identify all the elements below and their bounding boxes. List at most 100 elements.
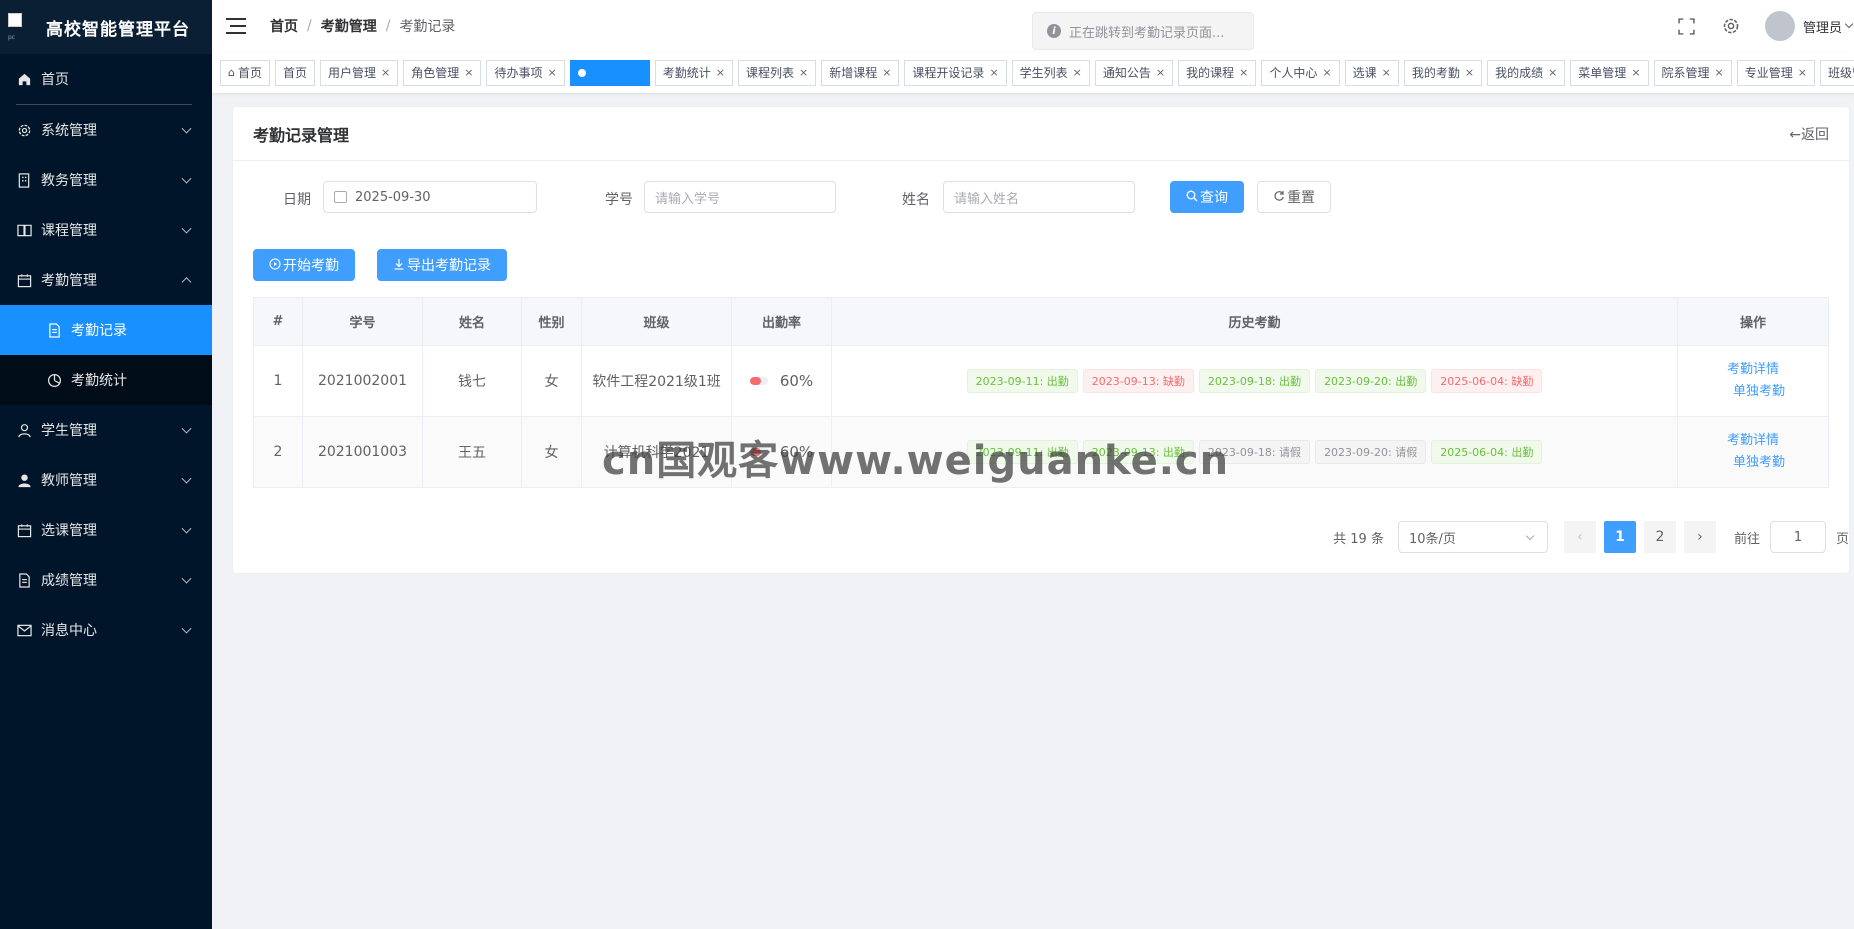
logo-area[interactable]: pc 高校智能管理平台: [0, 0, 212, 54]
close-icon[interactable]: ×: [716, 66, 725, 79]
name-input[interactable]: 请输入姓名: [943, 181, 1135, 213]
chevron-down-icon: [181, 223, 192, 234]
close-icon[interactable]: ×: [799, 66, 808, 79]
single-attendance-link[interactable]: 单独考勤: [1678, 452, 1828, 474]
prev-page-button[interactable]: ‹: [1563, 521, 1596, 553]
goto-page-input[interactable]: 1: [1769, 521, 1826, 553]
fullscreen-icon[interactable]: [1677, 16, 1697, 36]
close-icon[interactable]: ×: [1631, 66, 1640, 79]
document-icon: [46, 322, 62, 338]
close-icon[interactable]: ×: [1798, 66, 1807, 79]
date-label: 日期: [283, 192, 311, 208]
book-icon: [16, 222, 32, 238]
tag-active[interactable]: [569, 59, 650, 86]
tag-item[interactable]: 首页: [275, 59, 316, 86]
tag-item[interactable]: 菜单管理 ×: [1570, 59, 1649, 86]
export-button[interactable]: 导出考勤记录: [377, 249, 507, 281]
cell-gender: 女: [521, 345, 582, 417]
user-icon: [16, 422, 32, 438]
date-picker[interactable]: 2025-09-30: [323, 181, 537, 213]
tag-item[interactable]: 待办事项 ×: [486, 59, 565, 86]
tag-item[interactable]: 班级管理×: [1820, 59, 1854, 86]
back-link[interactable]: ←返回: [1789, 124, 1829, 144]
table-row: 1 2021002001 钱七 女 软件工程2021级1班 60% 2023-0…: [253, 345, 1829, 417]
watermark-text: cn国观客www.weiguanke.cn: [602, 438, 1230, 484]
gear-icon[interactable]: [1721, 16, 1741, 36]
refresh-icon: [1273, 190, 1285, 205]
tag-item[interactable]: 我的成绩 ×: [1487, 59, 1566, 86]
tag-item[interactable]: 课程列表 ×: [737, 59, 817, 86]
cell-index: 1: [253, 345, 303, 417]
sidebar-item-home[interactable]: 首页: [0, 54, 212, 104]
info-icon: i: [1047, 24, 1061, 38]
page-jumper: 前往 1 页: [1734, 521, 1849, 553]
tag-item[interactable]: 个人中心 ×: [1261, 59, 1340, 86]
tag-item[interactable]: 课程开设记录 ×: [904, 59, 1007, 86]
tag-item[interactable]: 考勤统计 ×: [654, 59, 733, 86]
tag-item[interactable]: 专业管理 ×: [1736, 59, 1815, 86]
close-icon[interactable]: ×: [1073, 66, 1082, 79]
tag-item[interactable]: 选课 ×: [1344, 59, 1399, 86]
history-tag: 2023-09-20: 请假: [1315, 440, 1427, 464]
reset-button[interactable]: 重置: [1257, 181, 1331, 213]
single-attendance-link[interactable]: 单独考勤: [1678, 381, 1828, 403]
breadcrumb-attendance[interactable]: 考勤管理: [321, 16, 377, 36]
history-tag: 2025-06-04: 缺勤: [1431, 369, 1543, 393]
sidebar-item-course-selection[interactable]: 选课管理: [0, 505, 212, 555]
tag-item[interactable]: 用户管理 ×: [320, 59, 399, 86]
close-icon[interactable]: ×: [1465, 66, 1474, 79]
tag-item[interactable]: 我的课程 ×: [1178, 59, 1257, 86]
history-tag: 2023-09-18: 出勤: [1198, 369, 1311, 393]
sidebar-subitem-attendance-stats[interactable]: 考勤统计: [0, 355, 212, 405]
tag-item[interactable]: 我的考勤 ×: [1403, 59, 1483, 86]
start-attendance-button[interactable]: 开始考勤: [253, 249, 355, 281]
sidebar-item-teachers[interactable]: 教师管理: [0, 455, 212, 505]
tags-view: ⌂ 首页 首页 用户管理 × 角色管理 × 待办事项 × 考勤统计 × 课程列表 × 新增课…: [212, 52, 1854, 94]
sidebar-item-system[interactable]: 系统管理: [0, 105, 212, 155]
chevron-down-icon[interactable]: [1844, 19, 1854, 29]
user-name[interactable]: 管理员: [1803, 17, 1842, 36]
avatar[interactable]: [1764, 11, 1795, 41]
close-icon[interactable]: ×: [381, 66, 390, 79]
tag-item[interactable]: 院系管理 ×: [1653, 59, 1732, 86]
sidebar-item-attendance[interactable]: 考勤管理: [0, 255, 212, 305]
attendance-card: 考勤记录管理 ←返回 日期 2025-09-30 学号 请输入学号 姓名 请输入…: [232, 106, 1850, 574]
search-button[interactable]: 查询: [1170, 181, 1244, 213]
sidebar-item-label: 选课管理: [41, 523, 97, 539]
tag-item[interactable]: 新增课程 ×: [821, 59, 900, 86]
breadcrumb-home[interactable]: 首页: [270, 16, 298, 36]
chevron-down-icon: [1525, 531, 1535, 541]
close-icon[interactable]: ×: [1156, 66, 1165, 79]
sidebar-item-course[interactable]: 课程管理: [0, 205, 212, 255]
card-header: 考勤记录管理 ←返回: [233, 107, 1849, 161]
close-icon[interactable]: ×: [989, 66, 998, 79]
sidebar-subitem-attendance-records[interactable]: 考勤记录: [0, 305, 212, 355]
close-icon[interactable]: ×: [1382, 66, 1391, 79]
attendance-detail-link[interactable]: 考勤详情: [1678, 359, 1828, 381]
sidebar-item-label: 考勤管理: [41, 273, 97, 289]
close-icon[interactable]: ×: [548, 66, 557, 79]
sidebar-item-students[interactable]: 学生管理: [0, 405, 212, 455]
attendance-detail-link[interactable]: 考勤详情: [1678, 430, 1828, 452]
close-icon[interactable]: ×: [882, 66, 891, 79]
close-icon[interactable]: ×: [1239, 66, 1248, 79]
sidebar-item-messages[interactable]: 消息中心: [0, 605, 212, 655]
tag-item[interactable]: 学生列表 ×: [1011, 59, 1090, 86]
next-page-button[interactable]: ›: [1683, 521, 1716, 553]
page-2-button[interactable]: 2: [1643, 521, 1676, 553]
page-1-button[interactable]: 1: [1603, 521, 1636, 553]
sidebar-item-label: 首页: [41, 72, 69, 88]
menu-toggle-icon[interactable]: [226, 18, 246, 34]
cell-name: 王五: [422, 416, 522, 488]
close-icon[interactable]: ×: [1715, 66, 1724, 79]
tag-item[interactable]: 角色管理 ×: [403, 59, 482, 86]
sidebar-item-grades[interactable]: 成绩管理: [0, 555, 212, 605]
close-icon[interactable]: ×: [464, 66, 473, 79]
tag-item[interactable]: 通知公告 ×: [1094, 59, 1174, 86]
close-icon[interactable]: ×: [1548, 66, 1557, 79]
tag-home[interactable]: ⌂ 首页: [220, 59, 270, 86]
student-id-input[interactable]: 请输入学号: [644, 181, 836, 213]
close-icon[interactable]: ×: [1322, 66, 1331, 79]
page-size-select[interactable]: 10条/页: [1397, 521, 1548, 553]
sidebar-item-academic[interactable]: 教务管理: [0, 155, 212, 205]
